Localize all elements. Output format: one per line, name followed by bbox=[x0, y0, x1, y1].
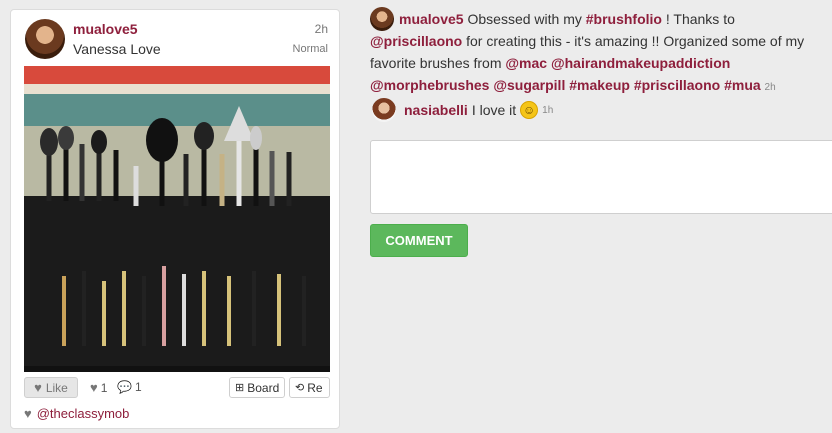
caption-text: ! Thanks to bbox=[661, 11, 735, 27]
like-count: ♥ 1 bbox=[90, 380, 107, 395]
smiley-icon: ☺ bbox=[520, 101, 539, 119]
caption: mualove5 Obsessed with my #brushfolio ! … bbox=[370, 8, 822, 99]
like-count-value: 1 bbox=[100, 380, 108, 395]
post-card: mualove5 Vanessa Love 2h Normal ♥ Like ♥… bbox=[10, 9, 340, 429]
mention-link[interactable]: @mac bbox=[505, 55, 547, 71]
like-button[interactable]: ♥ Like bbox=[24, 377, 78, 398]
mention-link[interactable]: @hairandmakeupaddiction bbox=[551, 55, 730, 71]
hashtag-link[interactable]: #priscillaono bbox=[634, 77, 720, 93]
commenter-avatar[interactable] bbox=[372, 98, 396, 122]
mention-link[interactable]: @sugarpill bbox=[493, 77, 565, 93]
post-display-name: Vanessa Love bbox=[73, 41, 161, 57]
post-filter: Normal bbox=[292, 43, 328, 55]
liked-by: ♥ @theclassymob bbox=[24, 406, 129, 421]
comment-count: 💬 1 bbox=[117, 380, 142, 394]
post-actions: ♥ Like ♥ 1 💬 1 ⊞ Board ⟲ Re bbox=[24, 377, 330, 399]
brushes-photo-illustration bbox=[24, 66, 330, 372]
speech-bubble-icon: 💬 bbox=[117, 380, 132, 394]
plus-square-icon: ⊞ bbox=[235, 382, 245, 394]
comment-text: I love it bbox=[471, 102, 517, 118]
heart-icon: ♥ bbox=[90, 380, 98, 395]
caption-time: 2h bbox=[764, 82, 776, 93]
comment-submit-button[interactable]: COMMENT bbox=[370, 224, 468, 257]
post-username[interactable]: mualove5 bbox=[73, 21, 138, 37]
comment-count-value: 1 bbox=[134, 380, 142, 394]
board-label: Board bbox=[247, 380, 280, 395]
comment: nasiabelli I love it ☺ 1h bbox=[404, 101, 553, 119]
board-button[interactable]: ⊞ Board bbox=[229, 377, 286, 398]
liked-by-user[interactable]: @theclassymob bbox=[37, 406, 130, 421]
like-label: Like bbox=[45, 380, 68, 395]
retweet-icon: ⟲ bbox=[295, 382, 305, 394]
mention-link[interactable]: @priscillaono bbox=[370, 33, 462, 49]
caption-text: Obsessed with my bbox=[463, 11, 586, 27]
hashtag-link[interactable]: #mua bbox=[724, 77, 761, 93]
comment-username[interactable]: nasiabelli bbox=[404, 102, 468, 118]
heart-icon: ♥ bbox=[34, 380, 42, 395]
mention-link[interactable]: @morphebrushes bbox=[370, 77, 489, 93]
post-photo[interactable] bbox=[24, 66, 330, 372]
repost-button[interactable]: ⟲ Re bbox=[289, 377, 330, 398]
hashtag-link[interactable]: #brushfolio bbox=[586, 11, 662, 27]
caption-username[interactable]: mualove5 bbox=[399, 11, 464, 27]
repost-label: Re bbox=[307, 380, 323, 395]
comment-input[interactable] bbox=[370, 140, 832, 214]
heart-icon: ♥ bbox=[24, 406, 32, 421]
user-avatar[interactable] bbox=[25, 19, 65, 59]
hashtag-link[interactable]: #makeup bbox=[569, 77, 630, 93]
post-time: 2h bbox=[314, 22, 328, 36]
comment-time: 1h bbox=[542, 104, 554, 116]
